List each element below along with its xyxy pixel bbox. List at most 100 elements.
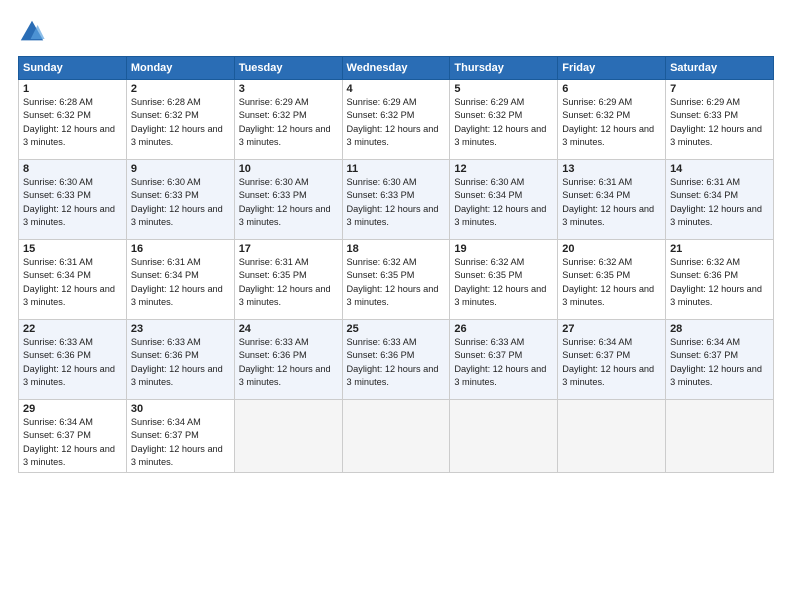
calendar-day-cell: 28Sunrise: 6:34 AMSunset: 6:37 PMDayligh… <box>666 320 774 400</box>
calendar-day-cell: 30Sunrise: 6:34 AMSunset: 6:37 PMDayligh… <box>126 400 234 473</box>
day-number: 20 <box>562 243 661 255</box>
day-info: Sunrise: 6:31 AMSunset: 6:34 PMDaylight:… <box>23 256 122 309</box>
day-number: 27 <box>562 323 661 335</box>
day-number: 30 <box>131 403 230 415</box>
day-info: Sunrise: 6:30 AMSunset: 6:34 PMDaylight:… <box>454 176 553 229</box>
day-number: 25 <box>347 323 446 335</box>
calendar-day-cell: 29Sunrise: 6:34 AMSunset: 6:37 PMDayligh… <box>19 400 127 473</box>
calendar-day-cell: 17Sunrise: 6:31 AMSunset: 6:35 PMDayligh… <box>234 240 342 320</box>
calendar-day-cell: 2Sunrise: 6:28 AMSunset: 6:32 PMDaylight… <box>126 80 234 160</box>
calendar-week-row: 22Sunrise: 6:33 AMSunset: 6:36 PMDayligh… <box>19 320 774 400</box>
calendar-day-cell: 9Sunrise: 6:30 AMSunset: 6:33 PMDaylight… <box>126 160 234 240</box>
logo-icon <box>18 18 46 46</box>
calendar-day-cell: 23Sunrise: 6:33 AMSunset: 6:36 PMDayligh… <box>126 320 234 400</box>
calendar-day-cell: 18Sunrise: 6:32 AMSunset: 6:35 PMDayligh… <box>342 240 450 320</box>
calendar-day-cell: 24Sunrise: 6:33 AMSunset: 6:36 PMDayligh… <box>234 320 342 400</box>
day-info: Sunrise: 6:31 AMSunset: 6:35 PMDaylight:… <box>239 256 338 309</box>
day-number: 7 <box>670 83 769 95</box>
calendar-day-cell: 6Sunrise: 6:29 AMSunset: 6:32 PMDaylight… <box>558 80 666 160</box>
day-info: Sunrise: 6:33 AMSunset: 6:37 PMDaylight:… <box>454 336 553 389</box>
day-number: 22 <box>23 323 122 335</box>
day-number: 18 <box>347 243 446 255</box>
day-info: Sunrise: 6:33 AMSunset: 6:36 PMDaylight:… <box>347 336 446 389</box>
day-info: Sunrise: 6:33 AMSunset: 6:36 PMDaylight:… <box>23 336 122 389</box>
day-info: Sunrise: 6:33 AMSunset: 6:36 PMDaylight:… <box>239 336 338 389</box>
day-number: 19 <box>454 243 553 255</box>
calendar-day-cell <box>450 400 558 473</box>
days-of-week-row: SundayMondayTuesdayWednesdayThursdayFrid… <box>19 57 774 80</box>
day-number: 6 <box>562 83 661 95</box>
day-info: Sunrise: 6:34 AMSunset: 6:37 PMDaylight:… <box>670 336 769 389</box>
day-number: 4 <box>347 83 446 95</box>
calendar-day-cell: 16Sunrise: 6:31 AMSunset: 6:34 PMDayligh… <box>126 240 234 320</box>
day-number: 10 <box>239 163 338 175</box>
day-number: 8 <box>23 163 122 175</box>
day-info: Sunrise: 6:32 AMSunset: 6:35 PMDaylight:… <box>454 256 553 309</box>
calendar-week-row: 1Sunrise: 6:28 AMSunset: 6:32 PMDaylight… <box>19 80 774 160</box>
dow-header: Tuesday <box>234 57 342 80</box>
calendar-day-cell: 13Sunrise: 6:31 AMSunset: 6:34 PMDayligh… <box>558 160 666 240</box>
calendar-day-cell <box>342 400 450 473</box>
day-info: Sunrise: 6:31 AMSunset: 6:34 PMDaylight:… <box>562 176 661 229</box>
calendar-day-cell: 8Sunrise: 6:30 AMSunset: 6:33 PMDaylight… <box>19 160 127 240</box>
calendar-week-row: 15Sunrise: 6:31 AMSunset: 6:34 PMDayligh… <box>19 240 774 320</box>
calendar-day-cell: 27Sunrise: 6:34 AMSunset: 6:37 PMDayligh… <box>558 320 666 400</box>
dow-header: Wednesday <box>342 57 450 80</box>
logo <box>18 18 50 46</box>
day-info: Sunrise: 6:29 AMSunset: 6:32 PMDaylight:… <box>454 96 553 149</box>
day-number: 1 <box>23 83 122 95</box>
calendar-day-cell <box>558 400 666 473</box>
day-info: Sunrise: 6:32 AMSunset: 6:35 PMDaylight:… <box>562 256 661 309</box>
dow-header: Saturday <box>666 57 774 80</box>
day-info: Sunrise: 6:30 AMSunset: 6:33 PMDaylight:… <box>239 176 338 229</box>
calendar-day-cell: 20Sunrise: 6:32 AMSunset: 6:35 PMDayligh… <box>558 240 666 320</box>
calendar-day-cell: 5Sunrise: 6:29 AMSunset: 6:32 PMDaylight… <box>450 80 558 160</box>
day-number: 29 <box>23 403 122 415</box>
calendar-day-cell: 4Sunrise: 6:29 AMSunset: 6:32 PMDaylight… <box>342 80 450 160</box>
day-info: Sunrise: 6:29 AMSunset: 6:32 PMDaylight:… <box>562 96 661 149</box>
calendar-day-cell: 15Sunrise: 6:31 AMSunset: 6:34 PMDayligh… <box>19 240 127 320</box>
dow-header: Sunday <box>19 57 127 80</box>
day-number: 9 <box>131 163 230 175</box>
calendar-day-cell: 26Sunrise: 6:33 AMSunset: 6:37 PMDayligh… <box>450 320 558 400</box>
day-number: 16 <box>131 243 230 255</box>
day-info: Sunrise: 6:30 AMSunset: 6:33 PMDaylight:… <box>347 176 446 229</box>
day-number: 26 <box>454 323 553 335</box>
day-number: 11 <box>347 163 446 175</box>
calendar-day-cell: 1Sunrise: 6:28 AMSunset: 6:32 PMDaylight… <box>19 80 127 160</box>
day-number: 3 <box>239 83 338 95</box>
day-number: 14 <box>670 163 769 175</box>
calendar-week-row: 8Sunrise: 6:30 AMSunset: 6:33 PMDaylight… <box>19 160 774 240</box>
calendar-table: SundayMondayTuesdayWednesdayThursdayFrid… <box>18 56 774 473</box>
day-info: Sunrise: 6:30 AMSunset: 6:33 PMDaylight:… <box>23 176 122 229</box>
calendar-day-cell: 19Sunrise: 6:32 AMSunset: 6:35 PMDayligh… <box>450 240 558 320</box>
day-number: 15 <box>23 243 122 255</box>
calendar-day-cell: 14Sunrise: 6:31 AMSunset: 6:34 PMDayligh… <box>666 160 774 240</box>
day-info: Sunrise: 6:30 AMSunset: 6:33 PMDaylight:… <box>131 176 230 229</box>
day-info: Sunrise: 6:31 AMSunset: 6:34 PMDaylight:… <box>670 176 769 229</box>
calendar-day-cell: 25Sunrise: 6:33 AMSunset: 6:36 PMDayligh… <box>342 320 450 400</box>
day-info: Sunrise: 6:28 AMSunset: 6:32 PMDaylight:… <box>131 96 230 149</box>
calendar-day-cell: 10Sunrise: 6:30 AMSunset: 6:33 PMDayligh… <box>234 160 342 240</box>
dow-header: Thursday <box>450 57 558 80</box>
day-info: Sunrise: 6:33 AMSunset: 6:36 PMDaylight:… <box>131 336 230 389</box>
dow-header: Monday <box>126 57 234 80</box>
day-info: Sunrise: 6:32 AMSunset: 6:35 PMDaylight:… <box>347 256 446 309</box>
calendar-day-cell <box>234 400 342 473</box>
header <box>18 18 774 46</box>
day-info: Sunrise: 6:34 AMSunset: 6:37 PMDaylight:… <box>562 336 661 389</box>
calendar-week-row: 29Sunrise: 6:34 AMSunset: 6:37 PMDayligh… <box>19 400 774 473</box>
day-info: Sunrise: 6:32 AMSunset: 6:36 PMDaylight:… <box>670 256 769 309</box>
calendar-day-cell: 21Sunrise: 6:32 AMSunset: 6:36 PMDayligh… <box>666 240 774 320</box>
day-info: Sunrise: 6:29 AMSunset: 6:32 PMDaylight:… <box>239 96 338 149</box>
day-info: Sunrise: 6:34 AMSunset: 6:37 PMDaylight:… <box>131 416 230 469</box>
day-number: 13 <box>562 163 661 175</box>
calendar-day-cell: 12Sunrise: 6:30 AMSunset: 6:34 PMDayligh… <box>450 160 558 240</box>
dow-header: Friday <box>558 57 666 80</box>
day-number: 2 <box>131 83 230 95</box>
day-number: 24 <box>239 323 338 335</box>
calendar-day-cell: 3Sunrise: 6:29 AMSunset: 6:32 PMDaylight… <box>234 80 342 160</box>
day-info: Sunrise: 6:28 AMSunset: 6:32 PMDaylight:… <box>23 96 122 149</box>
day-number: 21 <box>670 243 769 255</box>
day-info: Sunrise: 6:34 AMSunset: 6:37 PMDaylight:… <box>23 416 122 469</box>
